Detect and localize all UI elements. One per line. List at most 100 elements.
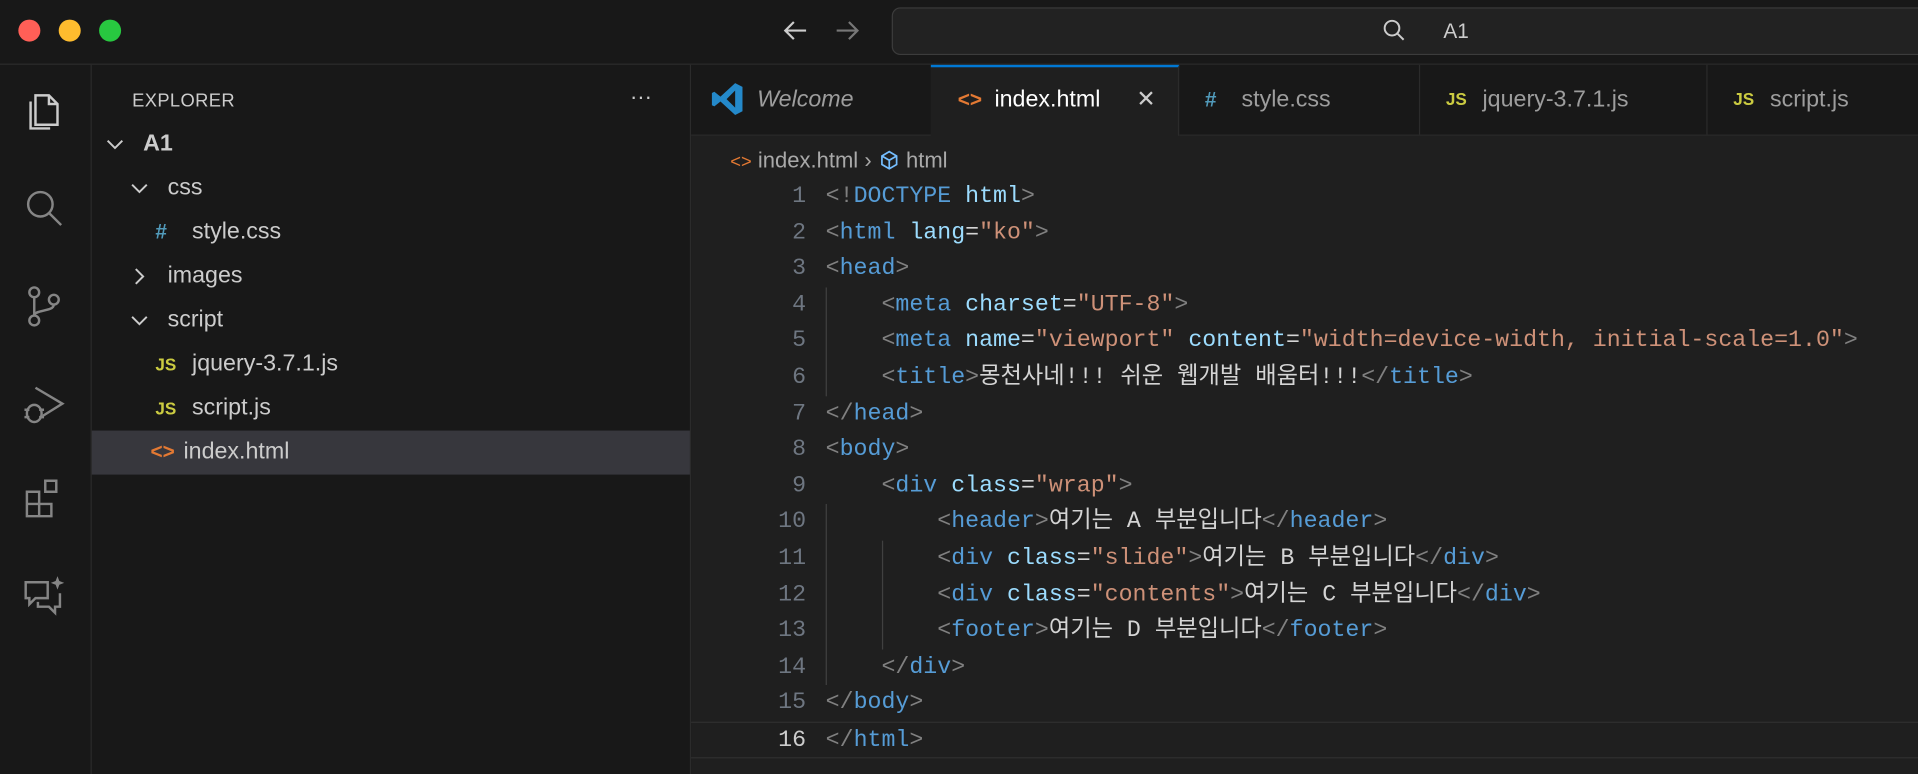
tree-item[interactable]: images <box>92 254 690 298</box>
token-tag: title <box>1389 363 1459 391</box>
code-line[interactable]: 6 <title>몽천사네!!! 쉬운 웹개발 배움터!!!</title> <box>691 360 1918 396</box>
code-line[interactable]: 13 <footer>여기는 D 부분입니다</footer> <box>691 613 1918 649</box>
line-source: </div> <box>826 649 965 685</box>
tree-item[interactable]: <> index.html <box>91 430 690 475</box>
tab-welcome[interactable]: Welcome <box>691 64 933 135</box>
code-line[interactable]: 9 <div class="wrap"> <box>691 468 1918 504</box>
code-line[interactable]: 15 </body> <box>691 685 1918 721</box>
tab-style-css[interactable]: # style.css <box>1178 64 1421 135</box>
close-tab-icon[interactable]: ✕ <box>1136 67 1155 133</box>
token-tag: body <box>839 435 896 463</box>
token-br: > <box>1484 544 1499 572</box>
vscode-icon <box>711 65 745 146</box>
token-br: > <box>895 435 910 463</box>
js-file-icon: JS <box>155 398 177 419</box>
token-tag: meta <box>895 290 952 318</box>
token-br: > <box>909 689 924 717</box>
code-line[interactable]: 4 <meta charset="UTF-8"> <box>691 287 1918 323</box>
tree-item-label: jquery-3.7.1.js <box>192 351 339 377</box>
token-br: </ <box>1415 544 1444 572</box>
line-source: <footer>여기는 D 부분입니다</footer> <box>826 613 1388 649</box>
css-file-icon: # <box>1204 88 1217 112</box>
line-source: <html lang="ko"> <box>826 215 1049 251</box>
zoom-window-button[interactable] <box>99 19 122 42</box>
more-actions-icon[interactable]: ··· <box>630 84 652 110</box>
tree-item[interactable]: A1 <box>92 122 690 166</box>
code-editor[interactable]: <> index.html › html 1 <!DOCTYPE html> 2 <h… <box>691 135 1918 774</box>
tree-item[interactable]: JS jquery-3.7.1.js <box>92 342 690 386</box>
js-file-icon: JS <box>1445 89 1467 109</box>
tree-item[interactable]: # style.css <box>92 210 690 254</box>
token-attr: html <box>965 182 1021 210</box>
code-line[interactable]: 10 <header>여기는 A 부분입니다</header> <box>691 504 1918 540</box>
code-line[interactable]: 16 </html> <box>691 721 1918 759</box>
tab-jquery-3-7-1-js[interactable]: JS jquery-3.7.1.js <box>1419 64 1708 135</box>
breadcrumb-file[interactable]: index.html <box>758 148 858 172</box>
tree-item[interactable]: script <box>92 298 690 342</box>
token-tag: footer <box>951 616 1035 644</box>
line-number: 15 <box>778 689 807 717</box>
code-line[interactable]: 8 <body> <box>691 432 1918 468</box>
forward-arrow-icon[interactable] <box>834 18 861 42</box>
tab-label: script.js <box>1769 86 1849 113</box>
breadcrumb-symbol[interactable]: html <box>906 148 948 172</box>
run-debug-icon[interactable] <box>21 380 67 426</box>
token-br: < <box>825 254 840 282</box>
token-br: > <box>1034 508 1049 536</box>
token-br: > <box>965 363 980 391</box>
line-source: <body> <box>826 432 910 468</box>
token-txt: 여기는 D 부분입니다 <box>1048 616 1262 644</box>
code-line[interactable]: 1 <!DOCTYPE html> <box>691 179 1918 215</box>
token-attr: lang <box>909 218 966 246</box>
html-file-icon: <> <box>150 440 175 464</box>
tree-item-label: A1 <box>143 130 173 157</box>
code-line[interactable]: 14 </div> <box>691 649 1918 685</box>
code-line[interactable]: 3 <head> <box>691 251 1918 287</box>
token-br: </ <box>881 652 910 680</box>
token-br: </ <box>1261 508 1290 536</box>
back-arrow-icon[interactable] <box>782 18 809 42</box>
title-bar: A1 <box>0 0 1918 65</box>
token-br: < <box>825 435 840 463</box>
tree-item[interactable]: JS script.js <box>92 387 690 431</box>
minimize-window-button[interactable] <box>58 19 81 42</box>
token-attr: class <box>1006 544 1077 572</box>
search-icon[interactable] <box>21 185 67 231</box>
line-number: 11 <box>778 544 807 572</box>
token-br: > <box>1373 616 1388 644</box>
chat-icon[interactable] <box>21 572 67 618</box>
tree-item[interactable]: css <box>92 166 690 210</box>
token-eq: = <box>1285 327 1300 354</box>
code-line[interactable]: 12 <div class="contents">여기는 C 부분입니다</di… <box>691 577 1918 613</box>
line-number: 16 <box>778 726 807 754</box>
line-number: 12 <box>778 580 807 608</box>
code-line[interactable]: 7 </head> <box>691 396 1918 432</box>
tab-label: jquery-3.7.1.js <box>1482 86 1629 113</box>
line-source: </html> <box>826 723 924 759</box>
close-window-button[interactable] <box>18 19 41 42</box>
code-line[interactable]: 2 <html lang="ko"> <box>691 215 1918 251</box>
extensions-icon[interactable] <box>21 476 67 522</box>
code-line[interactable]: 5 <meta name="viewport" content="width=d… <box>691 323 1918 359</box>
editor-tabs: Welcome <> index.html ✕ # style.css JS jquery-3… <box>691 64 1918 137</box>
explorer-title: EXPLORER <box>132 90 235 112</box>
source-control-icon[interactable] <box>21 283 67 329</box>
html-file-icon: <> <box>730 151 752 173</box>
tab-script-js[interactable]: JS script.js <box>1706 65 1918 135</box>
token-tag: div <box>951 580 994 608</box>
tab-index-html[interactable]: <> index.html ✕ <box>930 64 1180 137</box>
token-br: > <box>1118 471 1133 499</box>
token-attr: class <box>951 471 1021 499</box>
token-br: </ <box>825 399 854 427</box>
token-tag: header <box>1289 508 1374 536</box>
activity-bar <box>0 64 92 774</box>
code-line[interactable]: 11 <div class="slide">여기는 B 부분입니다</div> <box>691 541 1918 577</box>
command-center-search[interactable]: A1 <box>891 7 1918 56</box>
explorer-icon[interactable] <box>21 88 67 134</box>
explorer-sidebar: EXPLORER ··· A1 css # style.css images script… <box>91 64 692 774</box>
